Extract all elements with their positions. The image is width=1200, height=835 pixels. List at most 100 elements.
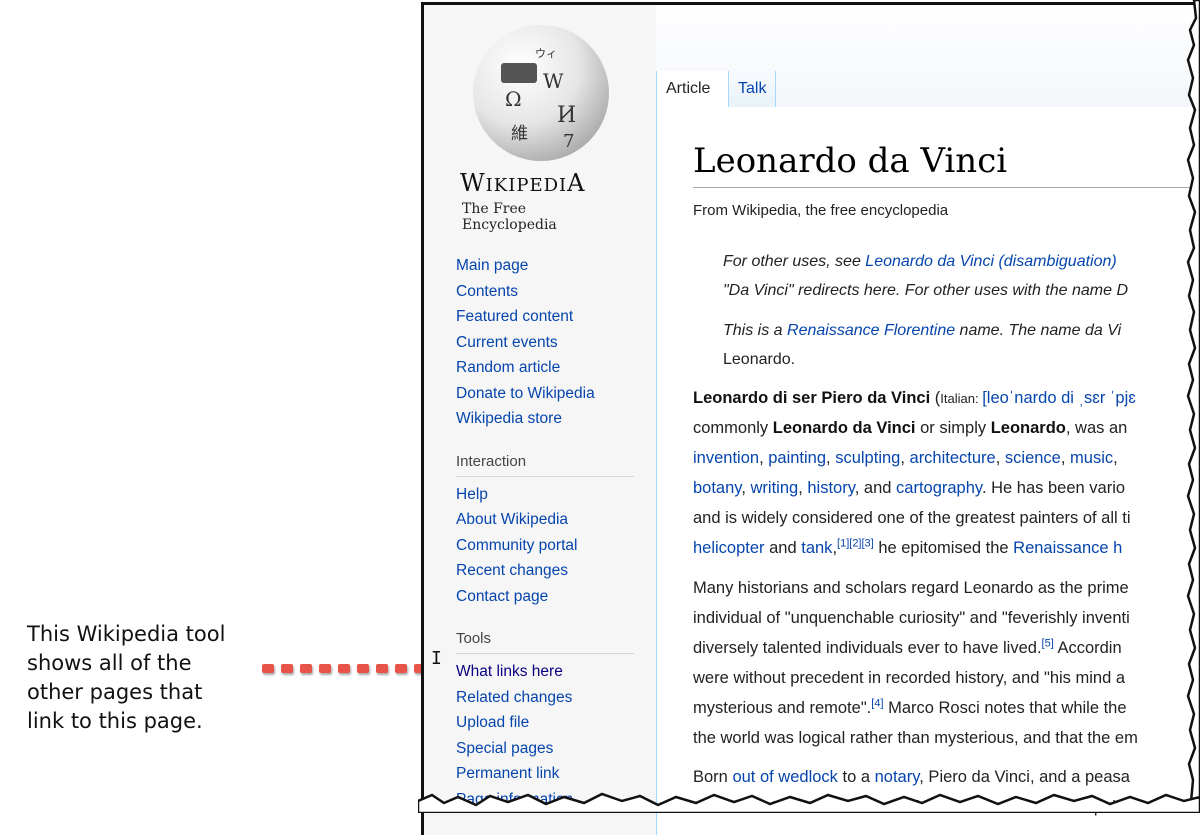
sidebar-item-featured-content[interactable]: Featured content (456, 304, 634, 330)
link-out-of-wedlock[interactable]: out of wedlock (732, 768, 837, 786)
title-divider (693, 187, 1200, 188)
text: ( (930, 389, 941, 407)
text: commonly (693, 419, 773, 437)
link-sculpting[interactable]: sculpting (835, 449, 900, 467)
wikipedia-wordmark: WIKIPEDIA (460, 169, 630, 197)
hatnote: This is a Renaissance Florentine name. T… (723, 316, 1121, 345)
page-title: Leonardo da Vinci (693, 141, 1008, 181)
text: and (764, 539, 802, 557)
annotation-callout: This Wikipedia tool shows all of the oth… (27, 620, 267, 736)
sidebar-item-random-article[interactable]: Random article (456, 355, 634, 381)
annotation-line: This Wikipedia tool (27, 622, 226, 646)
sidebar-item-special-pages[interactable]: Special pages (456, 736, 634, 762)
hatnote: Leonardo. (723, 351, 796, 368)
link-history[interactable]: history (807, 479, 854, 497)
text: , was an (1065, 419, 1128, 437)
paragraph-line: commonly Leonardo da Vinci or simply Leo… (693, 414, 1127, 444)
hatnote: For other uses, see Leonardo da Vinci (d… (723, 247, 1117, 276)
link-botany[interactable]: botany (693, 479, 741, 497)
sidebar: Ω W И 維 7 ウィ WIKIPEDIA The Free Encyclop… (424, 5, 656, 835)
text: mysterious and remote". (693, 699, 872, 717)
text-cursor-icon: I (431, 648, 442, 669)
page-tabs: Article Talk (656, 5, 1200, 108)
bold-name: Leonardo da Vinci (772, 419, 916, 437)
text: Accordin (1053, 639, 1122, 657)
text: , Piero da Vinci, and a peasa (919, 768, 1130, 786)
portal-heading-interaction: Interaction (456, 452, 634, 477)
sidebar-item-what-links-here[interactable]: What links here (456, 659, 634, 685)
bold-name: Leonardo (990, 419, 1066, 437)
sidebar-item-contact[interactable]: Contact page (456, 584, 634, 610)
text: Italian: (940, 391, 983, 406)
globe-glyph: ウィ (535, 47, 557, 60)
text: he epitomised the (873, 539, 1014, 557)
link-music[interactable]: music (1070, 449, 1113, 467)
reference-link[interactable]: [5] (1042, 638, 1054, 650)
link-helicopter[interactable]: helicopter (693, 539, 765, 557)
text: or simply (915, 419, 991, 437)
paragraph-line: diversely talented individuals ever to h… (693, 634, 1122, 664)
ipa-link[interactable]: [leoˈnardo di ˌsɛr ˈpjɛ (982, 389, 1136, 407)
hatnote: "Da Vinci" redirects here. For other use… (723, 282, 1129, 299)
link-writing[interactable]: writing (751, 479, 799, 497)
renaissance-florentine-link[interactable]: Renaissance Florentine (787, 322, 955, 339)
hatnote-text: name. The name da Vi (955, 322, 1122, 339)
paragraph-line: were without precedent in recorded histo… (693, 669, 1126, 687)
globe-glyph: Ω (505, 87, 522, 111)
sidebar-item-about[interactable]: About Wikipedia (456, 507, 634, 533)
paragraph-line: Born out of wedlock to a notary, Piero d… (693, 763, 1130, 793)
sidebar-item-store[interactable]: Wikipedia store (456, 406, 634, 432)
sidebar-item-contents[interactable]: Contents (456, 279, 634, 305)
text: . He has been vario (981, 479, 1126, 497)
sidebar-item-recent-changes[interactable]: Recent changes (456, 558, 634, 584)
link-renaissance[interactable]: Renaissance h (1013, 539, 1122, 557)
tab-article[interactable]: Article (656, 71, 730, 108)
missing-piece (501, 63, 537, 83)
article-content: Leonardo da Vinci From Wikipedia, the fr… (656, 107, 1200, 835)
link-painting[interactable]: painting (768, 449, 826, 467)
sidebar-navigation: Main page Contents Featured content Curr… (456, 253, 634, 812)
bold-name: Leonardo di ser Piero da Vinci (693, 389, 931, 407)
wordmark-letter: W (460, 169, 486, 197)
text: to a (837, 768, 875, 786)
text: diversely talented individuals ever to h… (693, 639, 1042, 657)
sidebar-item-donate[interactable]: Donate to Wikipedia (456, 381, 634, 407)
paragraph-line: helicopter and tank,[1][2][3] he epitomi… (693, 537, 1123, 557)
text: Marco Rosci notes that while the (883, 699, 1127, 717)
annotation-line: shows all of the (27, 651, 192, 675)
reference-link[interactable]: [4] (871, 698, 883, 710)
paragraph-line: Many historians and scholars regard Leon… (693, 579, 1129, 597)
disambiguation-link[interactable]: Leonardo da Vinci (disambiguation) (865, 253, 1116, 270)
text: Born (693, 768, 733, 786)
sidebar-item-community-portal[interactable]: Community portal (456, 533, 634, 559)
sidebar-item-help[interactable]: Help (456, 482, 634, 508)
globe-glyph: 維 (511, 124, 528, 144)
link-science[interactable]: science (1005, 449, 1061, 467)
wikipedia-screenshot: Ω W И 維 7 ウィ WIKIPEDIA The Free Encyclop… (421, 2, 1200, 835)
paragraph-line: and is widely considered one of the grea… (693, 509, 1131, 527)
wordmark-letters: IKIPEDI (485, 175, 568, 196)
text: , and (854, 479, 897, 497)
link-cartography[interactable]: cartography (896, 479, 982, 497)
logo-tagline: The Free Encyclopedia (462, 201, 557, 233)
sidebar-item-upload-file[interactable]: Upload file (456, 710, 634, 736)
link-invention[interactable]: invention (693, 449, 759, 467)
tab-talk[interactable]: Talk (728, 71, 777, 107)
link-notary[interactable]: notary (875, 768, 920, 786)
paragraph-line: invention, painting, sculpting, architec… (693, 449, 1118, 467)
hatnote-text: This is a (723, 322, 788, 339)
link-architecture[interactable]: architecture (910, 449, 996, 467)
sidebar-item-permanent-link[interactable]: Permanent link (456, 761, 634, 787)
sidebar-item-current-events[interactable]: Current events (456, 330, 634, 356)
sidebar-item-main-page[interactable]: Main page (456, 253, 634, 279)
sidebar-item-related-changes[interactable]: Related changes (456, 685, 634, 711)
wordmark-letter: A (567, 169, 586, 197)
globe-glyph: И (557, 103, 577, 128)
paragraph-line: the world was logical rather than myster… (693, 729, 1138, 747)
torn-edge-right (1186, 0, 1200, 813)
wikipedia-logo[interactable]: Ω W И 維 7 ウィ WIKIPEDIA The Free Encyclop… (460, 17, 620, 233)
link-tank[interactable]: tank (801, 539, 832, 557)
paragraph-line: botany, writing, history, and cartograph… (693, 479, 1126, 497)
torn-edge-bottom (418, 792, 1200, 813)
reference-links[interactable]: [1][2][3] (837, 538, 874, 550)
